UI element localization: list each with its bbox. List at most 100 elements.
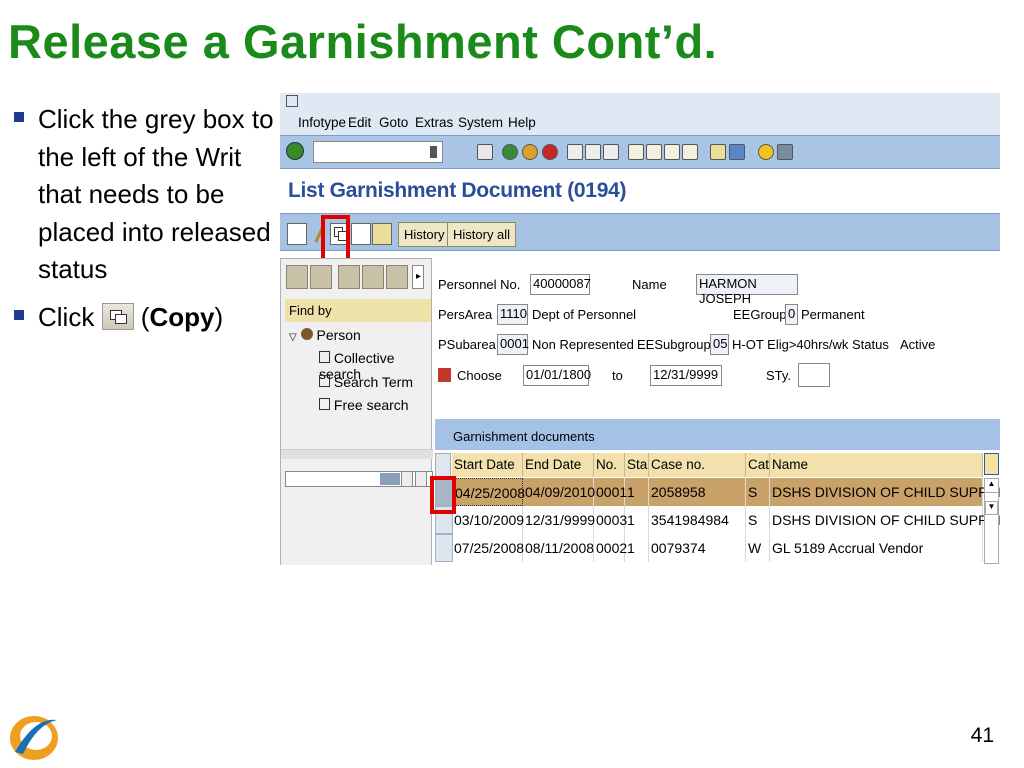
table-row[interactable]: 04/25/2008 04/09/2010 0001 1 2058958 S D…: [435, 478, 1000, 506]
select-icon[interactable]: [338, 265, 360, 289]
shortcut-icon[interactable]: [729, 144, 745, 160]
column-name[interactable]: Name: [770, 453, 983, 477]
column-start-date[interactable]: Start Date: [452, 453, 523, 477]
status-value: Active: [900, 337, 936, 352]
scroll-up-icon[interactable]: ▲: [985, 479, 998, 493]
cell-sta[interactable]: 1: [625, 478, 649, 506]
tree-root[interactable]: ▽ Person: [289, 327, 361, 343]
tree-item-free-search[interactable]: Free search: [319, 397, 409, 413]
create-session-icon[interactable]: [710, 144, 726, 160]
cell-cat[interactable]: W: [746, 534, 770, 562]
bullet-marker: [14, 112, 24, 122]
cell-name[interactable]: DSHS DIVISION OF CHILD SUPPORT: [770, 478, 1000, 506]
column-no[interactable]: No.: [594, 453, 625, 477]
cell-sta[interactable]: 1: [625, 506, 649, 534]
eesubgroup-label: EESubgroup: [637, 337, 711, 352]
cell-start-date[interactable]: 04/25/2008: [452, 478, 525, 506]
menu-infotype[interactable]: Infotype: [298, 115, 346, 130]
psubarea-text: Non Represented: [532, 337, 634, 352]
first-page-icon[interactable]: [628, 144, 644, 160]
copy-icon: [101, 302, 134, 330]
cancel-icon[interactable]: [542, 144, 558, 160]
tree-expand-icon[interactable]: ▽: [289, 332, 297, 343]
layout-icon[interactable]: [777, 144, 793, 160]
create-icon[interactable]: [287, 223, 307, 245]
window-menu-icon[interactable]: [286, 95, 298, 107]
sty-field[interactable]: [798, 363, 830, 387]
cell-no[interactable]: 0001: [594, 478, 627, 506]
save-icon[interactable]: [477, 144, 493, 160]
table-row[interactable]: 07/25/2008 08/11/2008 0002 1 0079374 W G…: [435, 534, 983, 562]
cell-cat[interactable]: S: [746, 506, 770, 534]
cell-sta[interactable]: 1: [625, 534, 649, 562]
expand-arrow-icon[interactable]: ▸: [412, 265, 424, 289]
cell-end-date[interactable]: 08/11/2008: [523, 534, 594, 562]
name-field: HARMON JOSEPH: [696, 274, 798, 306]
exit-icon[interactable]: [522, 144, 538, 160]
cell-start-date[interactable]: 03/10/2009: [452, 506, 524, 534]
column-sta[interactable]: Sta: [625, 453, 649, 477]
menu-extras[interactable]: Extras: [415, 115, 453, 130]
find-next-icon[interactable]: [603, 144, 619, 160]
scroll-thumb[interactable]: [380, 473, 400, 485]
print-icon[interactable]: [567, 144, 583, 160]
cell-case-no[interactable]: 2058958: [649, 478, 746, 506]
cell-start-date[interactable]: 07/25/2008: [452, 534, 524, 562]
column-case-no[interactable]: Case no.: [649, 453, 746, 477]
menu-help[interactable]: Help: [508, 115, 536, 130]
lock-icon[interactable]: [372, 223, 392, 245]
binoculars-icon: [319, 398, 330, 410]
name-label: Name: [632, 277, 667, 292]
personnel-field[interactable]: 40000087: [530, 274, 591, 295]
cell-cat[interactable]: S: [746, 478, 770, 506]
last-page-icon[interactable]: [682, 144, 698, 160]
calendar-icon[interactable]: [438, 368, 451, 382]
eesubgroup-text: H-OT Elig>40hrs/wk: [732, 337, 849, 352]
history-button[interactable]: History: [398, 222, 451, 247]
psubarea-field: 0001: [497, 334, 529, 355]
history-all-button[interactable]: History all: [447, 222, 517, 247]
next-page-icon[interactable]: [664, 144, 680, 160]
back-icon[interactable]: [502, 144, 518, 160]
help-icon[interactable]: [758, 144, 774, 160]
cell-no[interactable]: 0002: [594, 534, 627, 562]
to-date-field[interactable]: 12/31/9999: [650, 365, 722, 386]
slide-title: Release a Garnishment Cont’d.: [8, 15, 718, 68]
cell-name[interactable]: DSHS DIVISION OF CHILD SUPPORT: [770, 506, 1000, 534]
menu-system[interactable]: System: [458, 115, 503, 130]
command-field[interactable]: [313, 141, 443, 163]
nav-back-icon[interactable]: [286, 265, 308, 289]
enter-icon[interactable]: [286, 142, 304, 160]
tree-item-search-term[interactable]: Search Term: [319, 374, 413, 390]
settings-icon[interactable]: [386, 265, 408, 289]
bullet-list: Click the grey box to the left of the Wr…: [14, 101, 280, 346]
from-date-field[interactable]: 01/01/1800: [523, 365, 591, 386]
vertical-scrollbar[interactable]: ▲ ▼: [984, 478, 999, 564]
menu-goto[interactable]: Goto: [379, 115, 408, 130]
scroll-left-icon[interactable]: [401, 471, 413, 487]
cell-end-date[interactable]: 04/09/2010: [523, 478, 595, 506]
column-cat[interactable]: Cat: [746, 453, 770, 477]
column-end-date[interactable]: End Date: [523, 453, 594, 477]
command-dropdown-icon[interactable]: [430, 146, 437, 158]
cell-no[interactable]: 0003: [594, 506, 627, 534]
scroll-down-icon[interactable]: ▼: [985, 501, 998, 515]
menu-bar: Infotype Edit Goto Extras System Help: [280, 93, 1000, 135]
cell-end-date[interactable]: 12/31/9999: [523, 506, 595, 534]
delete-icon[interactable]: [351, 223, 371, 245]
nav-forward-icon[interactable]: [310, 265, 332, 289]
find-icon[interactable]: [585, 144, 601, 160]
select-all-cell[interactable]: [435, 453, 451, 477]
row-selector[interactable]: [435, 534, 453, 562]
scroll-right-icon[interactable]: [415, 471, 427, 487]
cell-name[interactable]: GL 5189 Accrual Vendor: [770, 534, 983, 562]
choose-label[interactable]: Choose: [457, 368, 502, 383]
hide-icon[interactable]: [362, 265, 384, 289]
cell-case-no[interactable]: 0079374: [649, 534, 746, 562]
cell-case-no[interactable]: 3541984984: [649, 506, 746, 534]
menu-edit[interactable]: Edit: [348, 115, 371, 130]
previous-page-icon[interactable]: [646, 144, 662, 160]
table-row[interactable]: 03/10/2009 12/31/9999 0003 1 3541984984 …: [435, 506, 1000, 534]
persarea-field: 1110: [497, 304, 528, 325]
column-settings-icon[interactable]: [984, 453, 999, 475]
